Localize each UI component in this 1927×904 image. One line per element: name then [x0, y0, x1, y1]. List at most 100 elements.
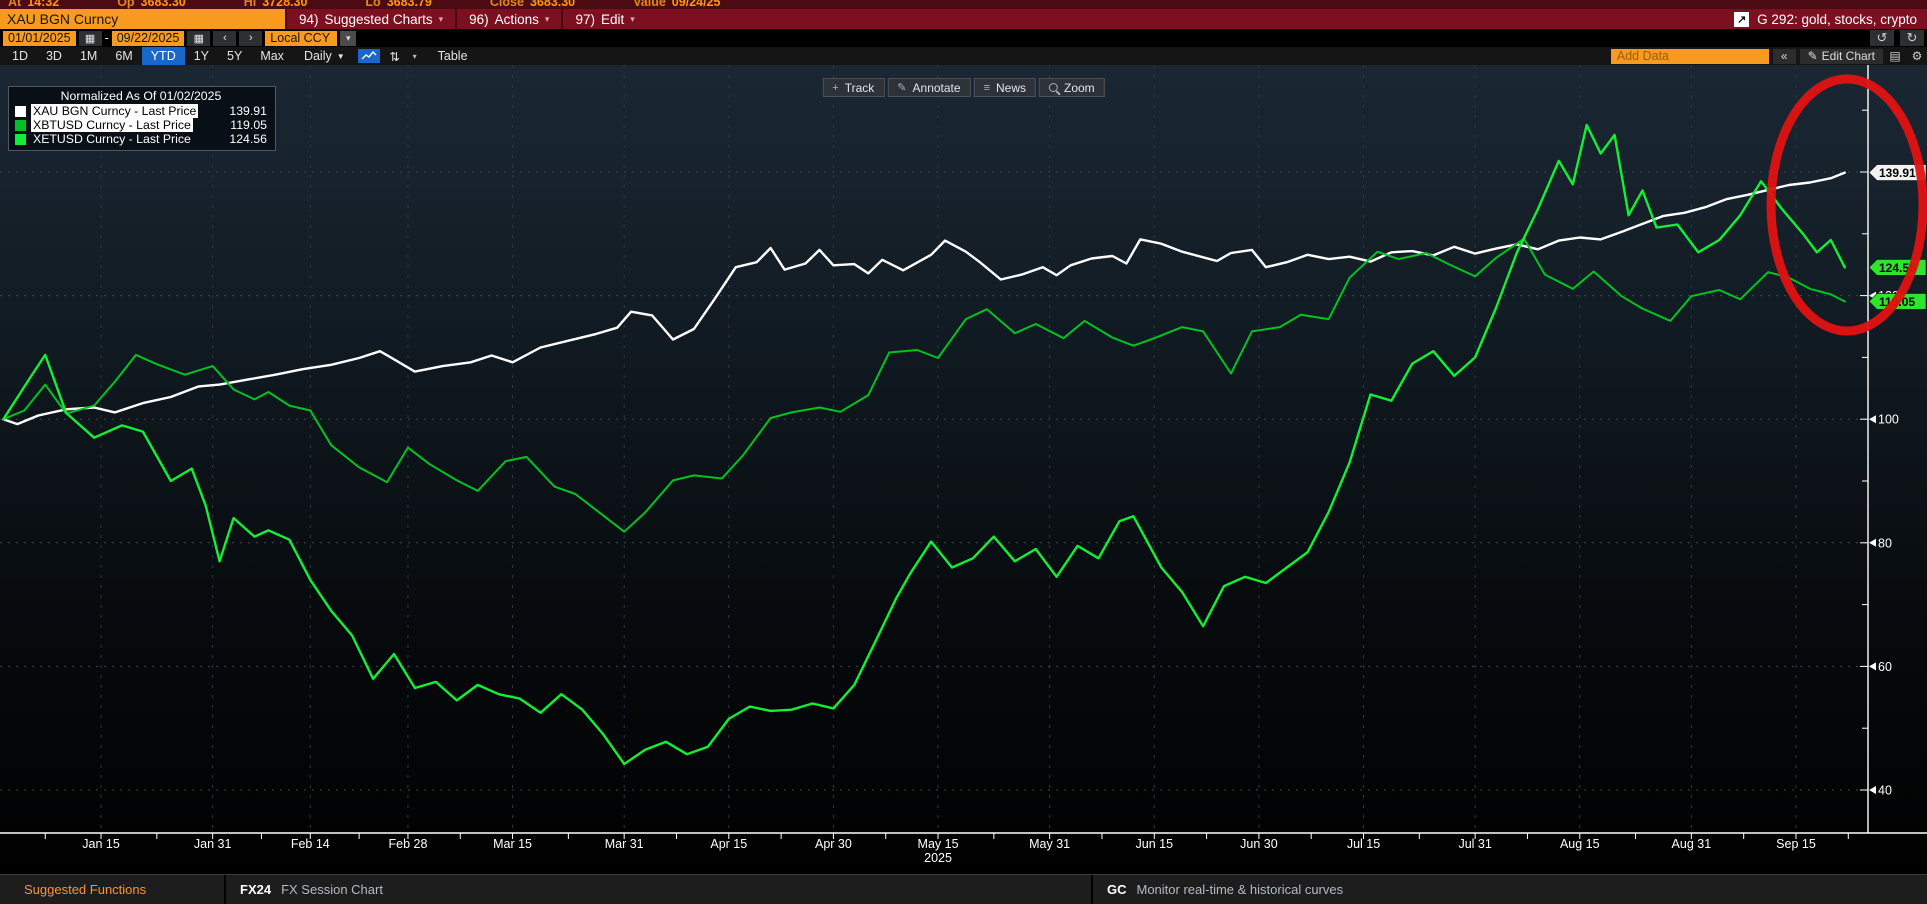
svg-text:139.91: 139.91	[1879, 166, 1916, 180]
svg-text:May 15: May 15	[918, 837, 959, 851]
caret-down-icon: ▾	[630, 14, 635, 25]
svg-text:Mar 31: Mar 31	[605, 837, 644, 851]
period-select[interactable]: Daily ▼	[293, 49, 356, 63]
legend-swatch	[15, 120, 26, 131]
svg-text:Jun 30: Jun 30	[1240, 837, 1278, 851]
svg-text:Feb 14: Feb 14	[291, 837, 330, 851]
svg-text:Sep 15: Sep 15	[1776, 837, 1816, 851]
annotate-icon: ✎	[897, 81, 906, 94]
news-button[interactable]: ≡News	[974, 78, 1036, 97]
start-calendar-icon[interactable]: ▦	[79, 31, 102, 46]
line-chart-type-icon[interactable]	[358, 49, 380, 63]
legend-title: Normalized As Of 01/02/2025	[15, 89, 267, 103]
legend-swatch	[15, 106, 26, 117]
news-icon: ≡	[984, 82, 990, 94]
ohlc-field: At14:32	[8, 0, 59, 4]
menu-item-actions[interactable]: 96)Actions▾	[455, 9, 561, 29]
start-date-input[interactable]: 01/01/2025	[3, 31, 76, 46]
sort-icon[interactable]: ⇅	[384, 49, 406, 63]
svg-text:Jan 15: Jan 15	[82, 837, 120, 851]
range-tab-1d[interactable]: 1D	[3, 47, 37, 65]
ohlc-strip: At14:32 Op3683.30 Hi3728.30 Lo3683.79 Close3…	[0, 0, 1927, 9]
legend-swatch	[15, 134, 26, 145]
range-tab-6m[interactable]: 6M	[106, 47, 141, 65]
legend-row[interactable]: XBTUSD Curncy - Last Price119.05	[15, 118, 267, 132]
track-button[interactable]: +Track	[822, 78, 884, 97]
caret-down-icon: ▾	[545, 14, 550, 25]
prev-range-button[interactable]: ‹	[213, 31, 236, 46]
svg-text:Feb 28: Feb 28	[388, 837, 427, 851]
svg-text:2025: 2025	[924, 851, 952, 863]
range-tab-ytd[interactable]: YTD	[142, 47, 185, 65]
legend-label: XETUSD Curncy - Last Price	[31, 132, 193, 146]
chart-grid-icon[interactable]: ▤	[1885, 49, 1905, 64]
legend-row[interactable]: XAU BGN Curncy - Last Price 139.91	[15, 104, 267, 118]
caret-down-icon: ▾	[439, 14, 444, 25]
range-tab-1m[interactable]: 1M	[71, 47, 106, 65]
legend-label: XAU BGN Curncy - Last Price	[31, 104, 198, 118]
svg-text:Jan 31: Jan 31	[194, 837, 232, 851]
annotate-button[interactable]: ✎Annotate	[887, 78, 970, 97]
svg-text:Mar 15: Mar 15	[493, 837, 532, 851]
range-tab-max[interactable]: Max	[251, 47, 293, 65]
next-range-button[interactable]: ›	[239, 31, 262, 46]
svg-text:Jun 15: Jun 15	[1136, 837, 1174, 851]
svg-text:Apr 30: Apr 30	[815, 837, 852, 851]
svg-text:Aug 31: Aug 31	[1672, 837, 1712, 851]
svg-text:Aug 15: Aug 15	[1560, 837, 1600, 851]
chart-toolbar: +Track✎Annotate≡NewsZoom	[822, 78, 1104, 97]
svg-text:Jul 15: Jul 15	[1347, 837, 1380, 851]
price-chart-svg: 406080100120140Jan 15Jan 31Feb 14Feb 28M…	[0, 65, 1927, 863]
edit-chart-button[interactable]: ✎ Edit Chart	[1800, 49, 1883, 64]
menu-item-suggested-charts[interactable]: 94)Suggested Charts▾	[285, 9, 455, 29]
menu-item-edit[interactable]: 97)Edit▾	[561, 9, 646, 29]
legend-row[interactable]: XETUSD Curncy - Last Price 124.56	[15, 132, 267, 146]
export-icon[interactable]: ↗	[1734, 12, 1749, 27]
date-range-separator: -	[105, 31, 109, 45]
security-input[interactable]: XAU BGN Curncy	[0, 9, 285, 29]
range-tab-5y[interactable]: 5Y	[218, 47, 251, 65]
end-calendar-icon[interactable]: ▦	[187, 31, 210, 46]
range-tab-1y[interactable]: 1Y	[185, 47, 218, 65]
suggested-function-gc[interactable]: GC Monitor real-time & historical curves	[1093, 882, 1343, 897]
ohlc-field: Op3683.30	[117, 0, 186, 4]
ohlc-field: Value09/24/25	[633, 0, 720, 4]
suggested-functions-button[interactable]: Suggested Functions	[0, 882, 224, 897]
ohlc-field: Close3683.30	[490, 0, 575, 4]
ohlc-field: Lo3683.79	[365, 0, 431, 4]
bloomberg-terminal-chart-window: { "top_strip": { "fields": [ {"label": "…	[0, 0, 1927, 904]
gear-icon[interactable]: ⚙	[1907, 49, 1927, 64]
ohlc-field: Hi3728.30	[244, 0, 308, 4]
end-date-input[interactable]: 09/22/2025	[112, 31, 185, 46]
date-bar: 01/01/2025 ▦ - 09/22/2025 ▦ ‹ › Local CC…	[0, 29, 1927, 47]
chart-type-caret-icon[interactable]: ▾	[408, 49, 422, 63]
legend-value: 124.56	[229, 132, 267, 146]
chart-plot-area[interactable]: 406080100120140Jan 15Jan 31Feb 14Feb 28M…	[0, 65, 1927, 863]
zoom-button[interactable]: Zoom	[1039, 78, 1105, 97]
svg-text:Jul 31: Jul 31	[1458, 837, 1491, 851]
chart-legend: Normalized As Of 01/02/2025 XAU BGN Curn…	[8, 86, 276, 151]
add-data-input[interactable]: Add Data	[1611, 49, 1769, 64]
track-icon: +	[832, 82, 838, 94]
zoom-icon	[1049, 83, 1058, 92]
svg-text:40: 40	[1878, 784, 1892, 798]
workspace-title[interactable]: G 292: gold, stocks, crypto	[1757, 12, 1917, 27]
currency-caret-icon[interactable]: ▾	[340, 31, 356, 46]
suggested-function-fx24[interactable]: FX24 FX Session Chart	[226, 882, 1091, 897]
caret-down-icon: ▼	[337, 52, 345, 61]
pencil-icon: ✎	[1808, 49, 1818, 63]
currency-select[interactable]: Local CCY	[265, 31, 337, 46]
chart-tab-bar: 1D3D1M6MYTD1Y5YMax Daily ▼ ⇅ ▾ Table Add…	[0, 47, 1927, 66]
svg-text:80: 80	[1878, 536, 1892, 550]
undo-button[interactable]: ↺	[1870, 30, 1894, 46]
legend-value: 139.91	[229, 104, 267, 118]
redo-button[interactable]: ↻	[1900, 30, 1924, 46]
table-button[interactable]: Table	[422, 49, 484, 63]
svg-text:60: 60	[1878, 660, 1892, 674]
collapse-panel-button[interactable]: «	[1773, 49, 1796, 64]
legend-value: 119.05	[230, 118, 267, 132]
menu-bar: XAU BGN Curncy 94)Suggested Charts▾96)Ac…	[0, 9, 1927, 29]
svg-text:100: 100	[1878, 413, 1899, 427]
range-tab-3d[interactable]: 3D	[37, 47, 71, 65]
svg-text:Apr 15: Apr 15	[710, 837, 747, 851]
